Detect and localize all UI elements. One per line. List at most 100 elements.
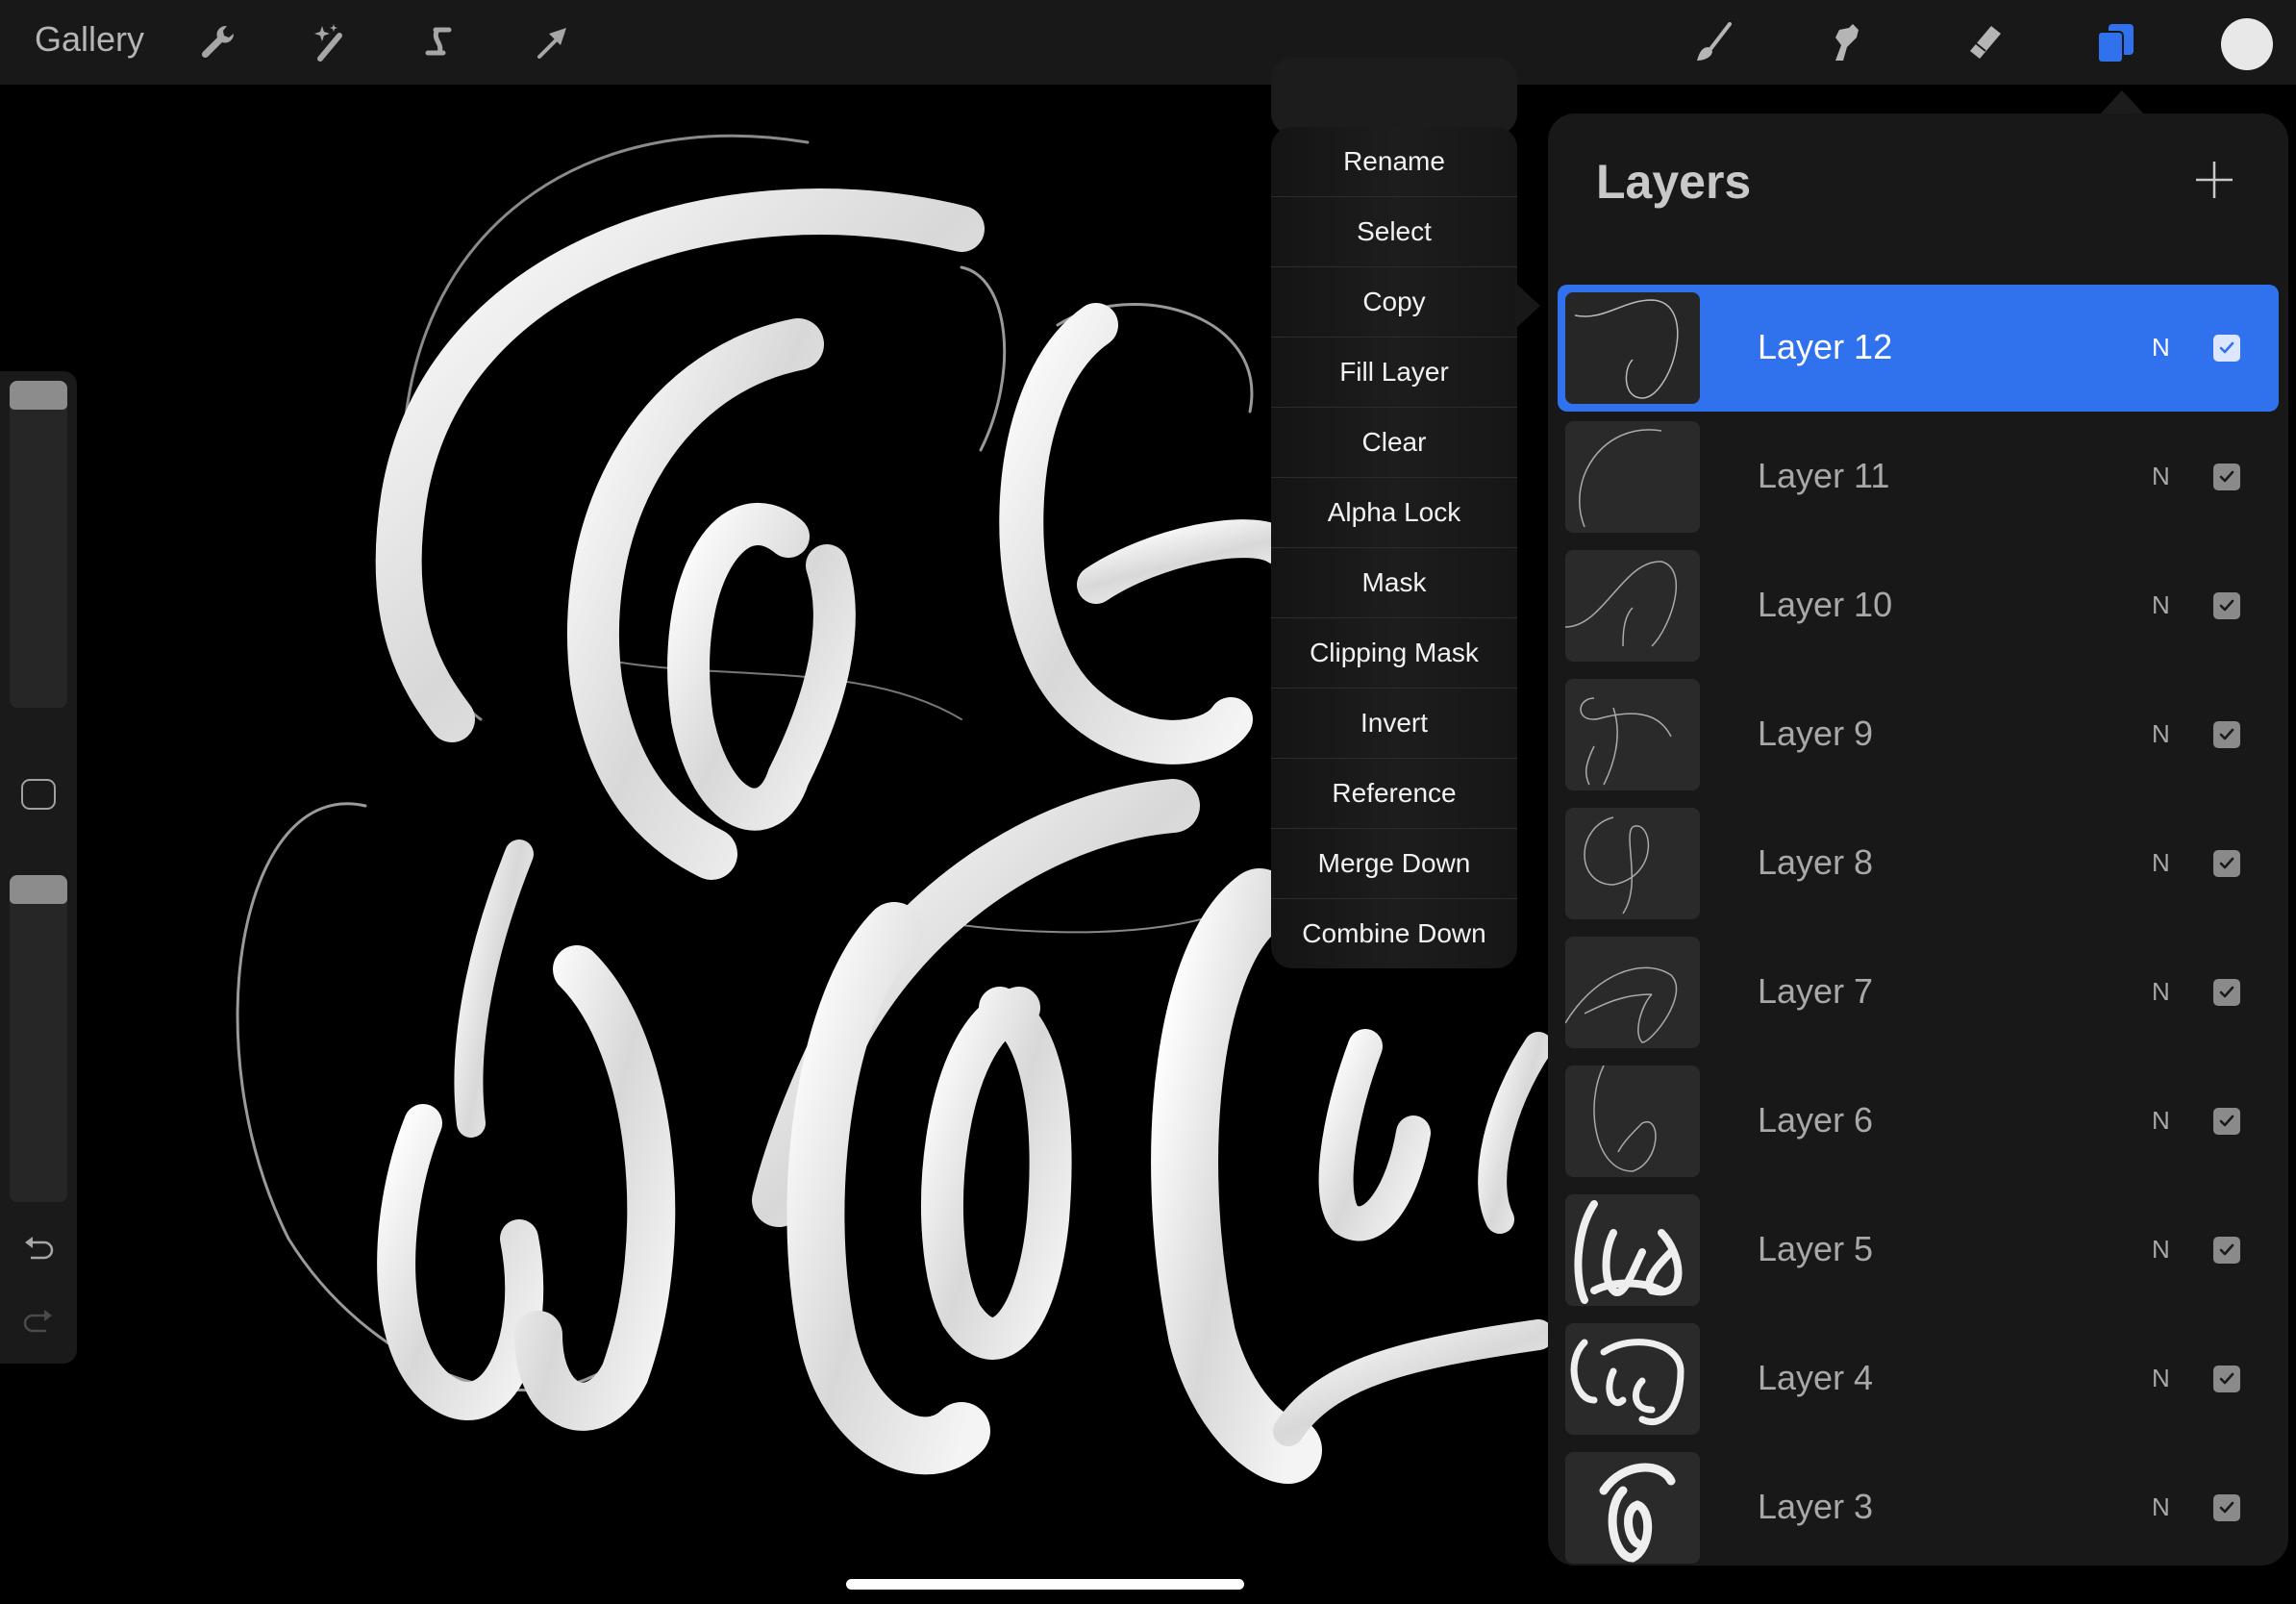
visibility-checkbox[interactable] <box>2213 850 2240 877</box>
checkmark-icon <box>2219 1372 2234 1385</box>
layer-name: Layer 10 <box>1758 585 1893 624</box>
blend-mode-button[interactable]: N <box>2152 590 2170 620</box>
layer-row-layer-8[interactable]: Layer 8 N <box>1558 800 2279 927</box>
color-picker-button[interactable] <box>2221 18 2273 70</box>
menu-background-shadow <box>1271 58 1517 135</box>
layer-thumbnail[interactable] <box>1565 1323 1700 1435</box>
layer-thumbnail[interactable] <box>1565 421 1700 533</box>
visibility-checkbox[interactable] <box>2213 1366 2240 1392</box>
layer-thumbnail-art <box>1565 561 1677 647</box>
blend-mode-button[interactable]: N <box>2152 1106 2170 1136</box>
checkmark-icon <box>2219 1243 2234 1256</box>
transform-button[interactable] <box>523 13 581 71</box>
undo-icon <box>25 1237 54 1260</box>
visibility-checkbox[interactable] <box>2213 1237 2240 1264</box>
menu-item-combine-down[interactable]: Combine Down <box>1271 899 1517 968</box>
layer-name: Layer 8 <box>1758 842 1874 882</box>
menu-item-reference[interactable]: Reference <box>1271 759 1517 829</box>
layer-thumbnail[interactable] <box>1565 808 1700 919</box>
checkmark-icon <box>2219 728 2234 740</box>
checkmark-icon <box>2219 1115 2234 1127</box>
layer-row-layer-12[interactable]: Layer 12 N <box>1558 285 2279 412</box>
brush-tool-button[interactable] <box>1685 13 1742 71</box>
menu-item-copy[interactable]: Copy <box>1271 267 1517 338</box>
menu-item-merge-down[interactable]: Merge Down <box>1271 829 1517 899</box>
modify-button[interactable] <box>21 779 56 810</box>
menu-item-clear[interactable]: Clear <box>1271 408 1517 478</box>
brush-size-slider-thumb[interactable] <box>10 381 67 410</box>
layer-thumbnail[interactable] <box>1565 550 1700 662</box>
blend-mode-button[interactable]: N <box>2152 462 2170 491</box>
layer-name: Layer 7 <box>1758 971 1874 1011</box>
menu-item-mask[interactable]: Mask <box>1271 548 1517 618</box>
panel-pointer-arrow <box>2099 90 2145 115</box>
brush-size-slider[interactable] <box>10 381 67 708</box>
blend-mode-button[interactable]: N <box>2152 333 2170 363</box>
visibility-checkbox[interactable] <box>2213 1494 2240 1521</box>
visibility-checkbox[interactable] <box>2213 1108 2240 1135</box>
blend-mode-button[interactable]: N <box>2152 719 2170 749</box>
layer-thumbnail[interactable] <box>1565 1065 1700 1177</box>
layer-options-menu: Rename Select Copy Fill Layer Clear Alph… <box>1271 127 1517 968</box>
brush-opacity-slider[interactable] <box>10 875 67 1202</box>
brush-opacity-slider-thumb[interactable] <box>10 875 67 904</box>
layer-thumbnail[interactable] <box>1565 1452 1700 1564</box>
layers-icon <box>2097 24 2134 63</box>
smudge-tool-button[interactable] <box>1819 13 1877 71</box>
home-indicator[interactable] <box>846 1579 1244 1590</box>
gallery-button[interactable]: Gallery <box>35 19 144 60</box>
left-sidebar <box>0 371 77 1364</box>
checkmark-icon <box>2219 1501 2234 1514</box>
checkmark-icon <box>2219 341 2234 354</box>
visibility-checkbox[interactable] <box>2213 979 2240 1006</box>
smudge-finger-icon <box>1835 24 1859 61</box>
menu-item-alpha-lock[interactable]: Alpha Lock <box>1271 478 1517 548</box>
layer-thumbnail[interactable] <box>1565 679 1700 790</box>
undo-button[interactable] <box>19 1233 58 1264</box>
blend-mode-button[interactable]: N <box>2152 1235 2170 1265</box>
layer-row-layer-5[interactable]: Layer 5 N <box>1558 1187 2279 1314</box>
layer-row-layer-10[interactable]: Layer 10 N <box>1558 542 2279 669</box>
layer-thumbnail[interactable] <box>1565 292 1700 404</box>
blend-mode-button[interactable]: N <box>2152 848 2170 878</box>
layers-tool-button[interactable] <box>2086 13 2144 71</box>
layer-name: Layer 12 <box>1758 327 1893 366</box>
plus-icon <box>2196 162 2233 198</box>
menu-item-rename[interactable]: Rename <box>1271 127 1517 197</box>
menu-item-invert[interactable]: Invert <box>1271 689 1517 759</box>
menu-item-select[interactable]: Select <box>1271 197 1517 267</box>
selection-s-icon <box>425 27 452 56</box>
paintbrush-icon <box>1697 22 1732 61</box>
checkmark-icon <box>2219 470 2234 483</box>
menu-item-clipping-mask[interactable]: Clipping Mask <box>1271 618 1517 689</box>
layer-thumbnail[interactable] <box>1565 937 1700 1048</box>
redo-button[interactable] <box>19 1306 58 1337</box>
layer-row-layer-3[interactable]: Layer 3 N <box>1558 1444 2279 1566</box>
menu-item-fill-layer[interactable]: Fill Layer <box>1271 338 1517 408</box>
blend-mode-button[interactable]: N <box>2152 1492 2170 1522</box>
visibility-checkbox[interactable] <box>2213 721 2240 748</box>
layer-row-layer-11[interactable]: Layer 11 N <box>1558 414 2279 540</box>
magic-wand-icon <box>314 24 342 62</box>
eraser-icon <box>1970 26 2001 59</box>
layer-row-layer-9[interactable]: Layer 9 N <box>1558 671 2279 798</box>
layer-thumbnail-art <box>1574 1200 1683 1304</box>
blend-mode-button[interactable]: N <box>2152 1364 2170 1393</box>
layer-row-layer-7[interactable]: Layer 7 N <box>1558 929 2279 1056</box>
layer-name: Layer 4 <box>1758 1358 1874 1397</box>
layer-name: Layer 3 <box>1758 1487 1874 1526</box>
visibility-checkbox[interactable] <box>2213 464 2240 490</box>
layer-row-layer-4[interactable]: Layer 4 N <box>1558 1316 2279 1442</box>
layer-thumbnail-art <box>1599 1463 1676 1563</box>
visibility-checkbox[interactable] <box>2213 335 2240 362</box>
eraser-tool-button[interactable] <box>1954 13 2011 71</box>
adjustments-button[interactable] <box>300 13 358 71</box>
layer-row-layer-6[interactable]: Layer 6 N <box>1558 1058 2279 1185</box>
layer-thumbnail-art <box>1579 429 1662 528</box>
selection-button[interactable] <box>412 13 469 71</box>
blend-mode-button[interactable]: N <box>2152 977 2170 1007</box>
actions-button[interactable] <box>188 13 246 71</box>
layer-thumbnail[interactable] <box>1565 1194 1700 1306</box>
add-layer-button[interactable] <box>2192 158 2236 202</box>
visibility-checkbox[interactable] <box>2213 592 2240 619</box>
